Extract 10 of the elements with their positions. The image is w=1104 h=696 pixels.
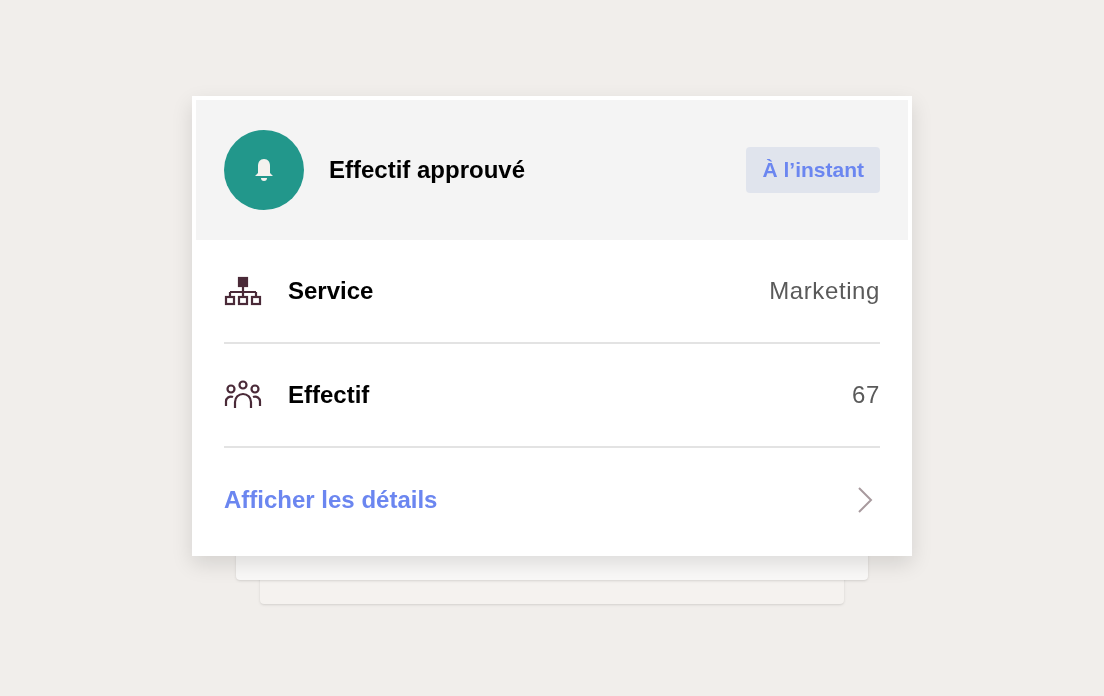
row-label: Effectif xyxy=(288,380,371,410)
details-link[interactable]: Afficher les détails xyxy=(224,448,880,552)
time-badge: À l’instant xyxy=(746,147,880,193)
org-chart-icon xyxy=(224,276,262,306)
people-icon xyxy=(224,380,262,410)
chevron-right-icon xyxy=(856,486,874,514)
row-value: Marketing xyxy=(769,276,880,306)
notification-title: Effectif approuvé xyxy=(329,155,527,185)
row-value: 67 xyxy=(852,380,880,410)
row-label: Service xyxy=(288,276,375,306)
